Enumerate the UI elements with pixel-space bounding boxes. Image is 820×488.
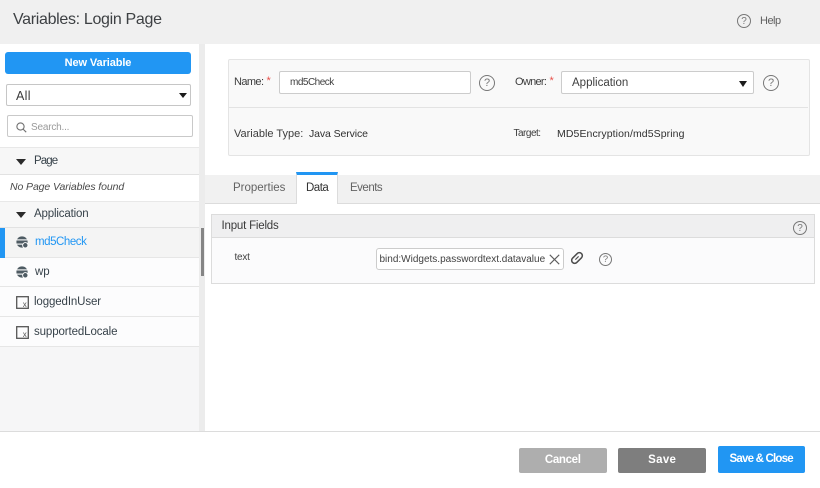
svg-text:x: x: [23, 330, 27, 339]
svg-text:x: x: [23, 300, 27, 309]
